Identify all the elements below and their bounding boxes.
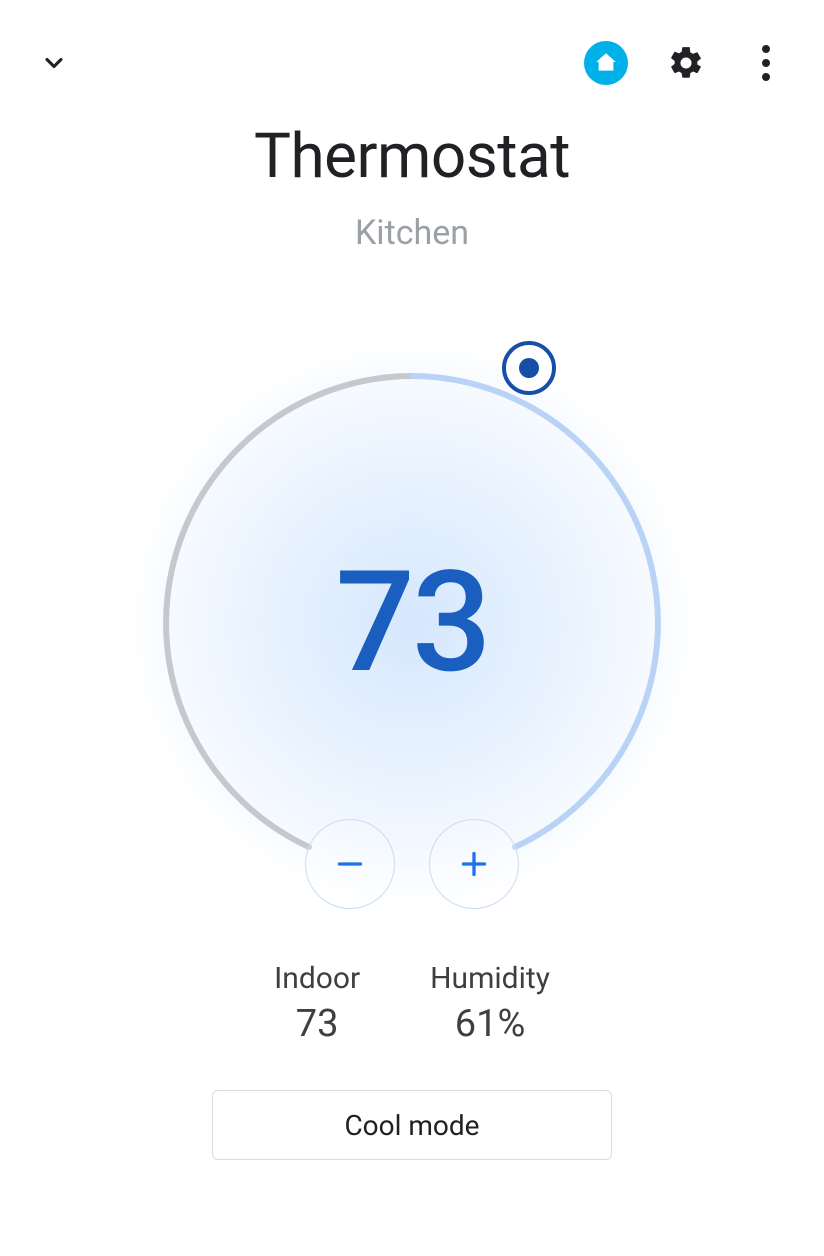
humidity-label: Humidity — [430, 961, 550, 996]
more-button[interactable] — [744, 41, 788, 85]
humidity-value: 61% — [430, 1002, 550, 1046]
room-name: Kitchen — [0, 213, 824, 253]
indoor-reading: Indoor 73 — [274, 961, 360, 1046]
plus-icon — [456, 846, 492, 882]
indoor-value: 73 — [274, 1002, 360, 1046]
minus-icon — [332, 846, 368, 882]
indoor-label: Indoor — [274, 961, 360, 996]
home-button[interactable] — [584, 41, 628, 85]
chevron-down-icon — [40, 49, 68, 77]
home-icon — [593, 50, 619, 76]
humidity-reading: Humidity 61% — [430, 961, 550, 1046]
dial-handle[interactable] — [502, 341, 556, 395]
page-title: Thermostat — [0, 120, 824, 193]
back-button[interactable] — [36, 45, 72, 81]
gear-icon — [667, 44, 705, 82]
temperature-increase-button[interactable] — [429, 819, 519, 909]
temperature-dial[interactable]: 73 — [132, 343, 692, 903]
mode-button[interactable]: Cool mode — [212, 1090, 612, 1160]
temperature-decrease-button[interactable] — [305, 819, 395, 909]
more-icon — [762, 45, 770, 53]
settings-button[interactable] — [664, 41, 708, 85]
